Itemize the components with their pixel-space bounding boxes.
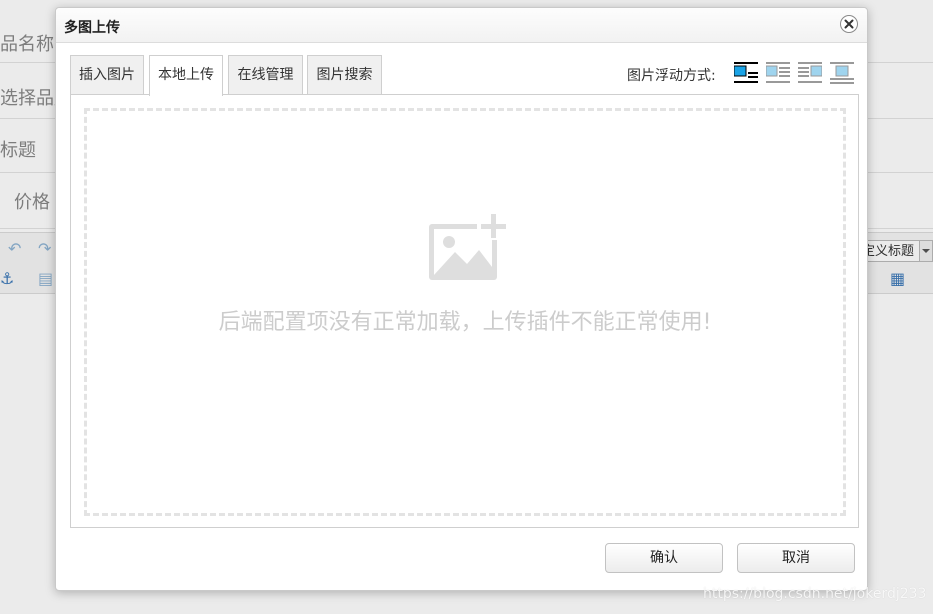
cancel-button[interactable]: 取消: [737, 543, 855, 573]
float-none-icon: [733, 62, 758, 83]
config-error-message: 后端配置项没有正常加载，上传插件不能正常使用!: [218, 310, 712, 335]
float-center-button[interactable]: [830, 62, 854, 84]
float-none-button[interactable]: [733, 62, 758, 84]
float-mode-label: 图片浮动方式:: [627, 68, 716, 84]
dialog-header: 多图上传: [56, 8, 867, 43]
tab-online-manage[interactable]: 在线管理: [228, 55, 303, 95]
watermark: https://blog.csdn.net/jokerdj233: [703, 586, 927, 602]
confirm-button[interactable]: 确认: [605, 543, 723, 573]
close-button[interactable]: [840, 15, 858, 33]
dialog-title: 多图上传: [64, 20, 120, 36]
local-upload-panel: 后端配置项没有正常加载，上传插件不能正常使用!: [70, 94, 859, 528]
close-icon: [844, 19, 854, 29]
float-center-icon: [830, 62, 854, 84]
upload-dropzone[interactable]: 后端配置项没有正常加载，上传插件不能正常使用!: [84, 108, 846, 516]
float-right-button[interactable]: [798, 62, 823, 84]
multi-image-upload-dialog: 多图上传 插入图片 本地上传 在线管理 图片搜索 图片浮动方式: 后端配置项没有…: [55, 7, 868, 591]
tab-local-upload[interactable]: 本地上传: [149, 55, 223, 96]
tab-image-search[interactable]: 图片搜索: [307, 55, 382, 95]
add-image-icon: [429, 212, 509, 280]
float-left-button[interactable]: [765, 62, 790, 84]
float-right-icon: [798, 62, 823, 83]
float-left-icon: [765, 62, 790, 83]
tab-insert-image[interactable]: 插入图片: [70, 55, 144, 95]
